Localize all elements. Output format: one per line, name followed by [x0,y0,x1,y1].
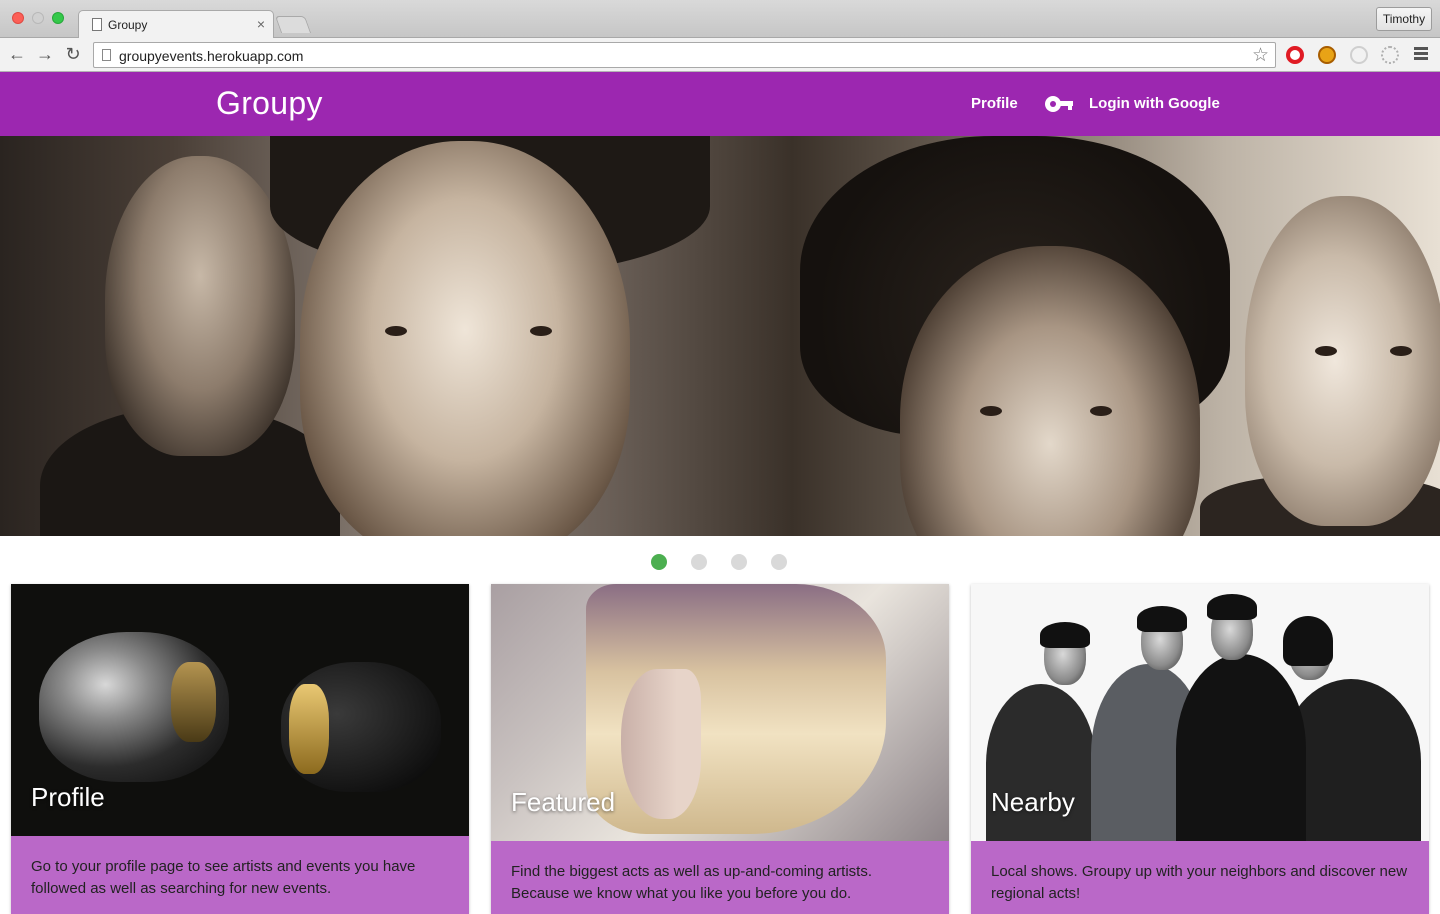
browser-titlebar: Groupy × Timothy [0,0,1440,39]
card-profile[interactable]: Profile Go to your profile page to see a… [11,584,469,914]
card-image: Featured [491,584,949,841]
back-arrow-icon[interactable]: ← [6,43,28,65]
carousel-dot-3[interactable] [731,554,747,570]
hamburger-menu-icon[interactable] [1414,47,1428,62]
page-icon [102,49,111,61]
card-title: Nearby [991,787,1075,817]
profile-user-button[interactable]: Timothy [1376,7,1432,31]
card-title: Profile [31,782,105,812]
carousel-indicators [0,553,1440,571]
browser-tab[interactable]: Groupy × [78,10,274,39]
new-tab-button[interactable] [274,16,312,33]
address-bar[interactable]: groupyevents.herokuapp.com ☆ [93,42,1276,68]
tab-title: Groupy [108,18,148,32]
opera-extension-icon[interactable] [1286,46,1304,64]
site-header: Groupy Profile Login with Google [0,72,1440,136]
window-maximize-button[interactable] [52,12,64,24]
card-featured[interactable]: Featured Find the biggest acts as well a… [491,584,949,914]
carousel-dot-4[interactable] [771,554,787,570]
extension-icon[interactable] [1318,46,1336,64]
person-face [105,156,295,456]
person-face [300,141,630,536]
carousel-dot-2[interactable] [691,554,707,570]
person-face [1245,196,1440,526]
forward-arrow-icon[interactable]: → [34,43,56,65]
card-description: Go to your profile page to see artists a… [11,836,469,914]
hero-carousel-image [0,136,1440,536]
card-title: Featured [511,787,616,817]
tab-close-icon[interactable]: × [257,16,265,32]
window-minimize-button[interactable] [32,12,44,24]
url-text[interactable]: groupyevents.herokuapp.com [119,48,303,64]
nav-profile-link[interactable]: Profile [971,95,1018,112]
window-close-button[interactable] [12,12,24,24]
card-description: Find the biggest acts as well as up-and-… [491,841,949,914]
bookmark-star-icon[interactable]: ☆ [1252,44,1269,67]
key-icon [1045,96,1075,112]
card-image: Profile [11,584,469,836]
carousel-dot-1[interactable] [651,554,667,570]
browser-toolbar: ← → ↻ groupyevents.herokuapp.com ☆ [0,38,1440,72]
reload-icon[interactable]: ↻ [62,43,84,65]
card-nearby[interactable]: Nearby Local shows. Groupy up with your … [971,584,1429,914]
page-icon [92,18,102,31]
login-google-link[interactable]: Login with Google [1089,95,1220,112]
extension-icon[interactable] [1350,46,1368,64]
card-image: Nearby [971,584,1429,841]
react-extension-icon[interactable] [1381,46,1399,64]
face-image [621,669,701,819]
brand-logo[interactable]: Groupy [216,85,323,122]
card-description: Local shows. Groupy up with your neighbo… [971,841,1429,914]
